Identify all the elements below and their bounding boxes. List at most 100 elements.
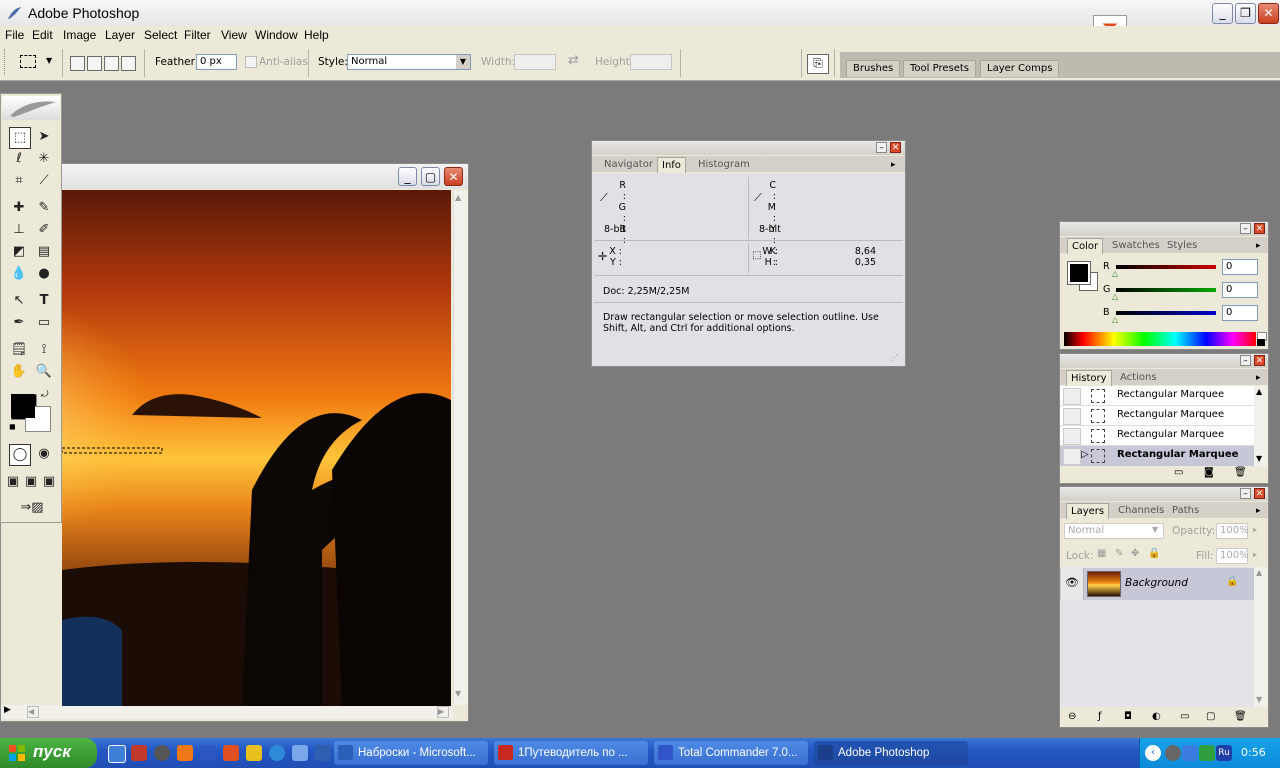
- gradient-tool-icon[interactable]: ▤: [34, 242, 54, 262]
- menu-view[interactable]: View: [221, 28, 247, 42]
- tab-tool-presets[interactable]: Tool Presets: [903, 60, 976, 77]
- layer-name[interactable]: Background: [1125, 577, 1188, 589]
- default-colors-icon[interactable]: ◼: [9, 422, 16, 431]
- taskbar-item-photoshop[interactable]: Adobe Photoshop: [814, 741, 968, 765]
- lock-pixels-icon[interactable]: ✎: [1115, 548, 1123, 559]
- menu-help[interactable]: Help: [304, 28, 329, 42]
- panel-minimize-button[interactable]: –: [876, 142, 887, 153]
- notes-tool-icon[interactable]: 🗒: [9, 340, 29, 360]
- tab-channels[interactable]: Channels: [1114, 503, 1168, 518]
- hand-tool-icon[interactable]: ✋: [9, 362, 29, 382]
- menu-window[interactable]: Window: [255, 28, 298, 42]
- tab-layer-comps[interactable]: Layer Comps: [980, 60, 1060, 77]
- app-icon-9[interactable]: [292, 745, 308, 761]
- intersect-selection-button[interactable]: [121, 56, 136, 71]
- eye-visibility-icon[interactable]: 👁: [1061, 568, 1084, 600]
- app-icon-7[interactable]: [246, 745, 262, 761]
- delete-layer-icon[interactable]: 🗑: [1234, 711, 1247, 722]
- doc-minimize-button[interactable]: _: [398, 167, 417, 186]
- panel-menu-icon[interactable]: ▸: [1256, 373, 1261, 383]
- opacity-input[interactable]: 100%: [1216, 523, 1249, 539]
- trash-icon[interactable]: 🗑: [1234, 467, 1247, 478]
- panel-menu-icon[interactable]: ▸: [1256, 506, 1261, 516]
- tab-paths[interactable]: Paths: [1168, 503, 1203, 518]
- menu-filter[interactable]: Filter: [184, 28, 211, 42]
- marquee-tool-preset-icon[interactable]: [20, 55, 36, 68]
- eyedropper-tool-icon[interactable]: ⟟: [34, 340, 54, 360]
- taskbar-item-word[interactable]: Наброски - Microsoft...: [334, 741, 488, 765]
- new-document-from-state-icon[interactable]: ▭: [1174, 467, 1183, 478]
- ramp-black[interactable]: [1257, 339, 1265, 346]
- close-button[interactable]: ✕: [1258, 3, 1279, 24]
- panel-close-button[interactable]: ✕: [1254, 488, 1265, 499]
- layer-row-background[interactable]: 👁 Background 🔒: [1060, 568, 1254, 600]
- width-input[interactable]: [514, 54, 556, 70]
- start-button[interactable]: пуск: [0, 738, 97, 768]
- slider-thumb-icon[interactable]: △: [1112, 269, 1118, 278]
- panel-close-button[interactable]: ✕: [1254, 355, 1265, 366]
- taskbar-item-pdf[interactable]: 1Путеводитель по ...: [494, 741, 648, 765]
- link-layers-icon[interactable]: ⊖: [1068, 711, 1076, 722]
- menu-edit[interactable]: Edit: [32, 28, 53, 42]
- download-manager-icon[interactable]: [131, 745, 147, 761]
- lock-position-icon[interactable]: ✥: [1131, 548, 1139, 559]
- save-icon[interactable]: [200, 745, 216, 761]
- panel-menu-icon[interactable]: ▸: [891, 160, 896, 170]
- fill-input[interactable]: 100%: [1216, 548, 1249, 564]
- photoshop-feather-logo-icon[interactable]: [2, 96, 60, 120]
- document-canvas[interactable]: [62, 190, 451, 706]
- type-tool-icon[interactable]: T: [34, 291, 54, 311]
- chevron-down-icon[interactable]: ▼: [1152, 525, 1158, 534]
- dodge-tool-icon[interactable]: ●: [34, 264, 54, 284]
- new-layer-icon[interactable]: ▢: [1206, 711, 1215, 722]
- ie-icon[interactable]: [108, 745, 126, 763]
- height-input[interactable]: [630, 54, 672, 70]
- layer-mask-icon[interactable]: ◘: [1124, 711, 1132, 722]
- layer-style-icon[interactable]: ƒ: [1098, 711, 1102, 722]
- lock-transparency-icon[interactable]: ▦: [1097, 548, 1106, 559]
- menu-image[interactable]: Image: [63, 28, 96, 42]
- doc-maximize-button[interactable]: ▢: [421, 167, 440, 186]
- resize-grip-icon[interactable]: ⋰: [890, 353, 898, 362]
- clone-stamp-tool-icon[interactable]: ⊥: [9, 220, 29, 240]
- antialias-checkbox[interactable]: [245, 56, 257, 68]
- media-icon[interactable]: [154, 745, 170, 761]
- color-ramp[interactable]: [1064, 332, 1256, 346]
- app-icon-6[interactable]: [223, 745, 239, 761]
- menu-select[interactable]: Select: [144, 28, 177, 42]
- vlc-icon[interactable]: [177, 745, 193, 761]
- slider-thumb-icon[interactable]: △: [1112, 292, 1118, 301]
- tab-histogram[interactable]: Histogram: [694, 157, 754, 172]
- style-select[interactable]: Normal ▼: [347, 54, 471, 70]
- slider-r[interactable]: [1116, 265, 1216, 269]
- pen-tool-icon[interactable]: ✒: [9, 313, 29, 333]
- language-indicator[interactable]: Ru: [1216, 745, 1232, 761]
- menu-layer[interactable]: Layer: [105, 28, 135, 42]
- slice-tool-icon[interactable]: ⟋: [34, 171, 54, 191]
- fill-arrow-icon[interactable]: ▸: [1253, 550, 1257, 559]
- blend-mode-select[interactable]: Normal: [1064, 523, 1164, 539]
- doc-close-button[interactable]: ✕: [444, 167, 463, 186]
- move-tool-icon[interactable]: ➤: [34, 127, 54, 147]
- rectangle-tool-icon[interactable]: ▭: [34, 313, 54, 333]
- chevron-down-icon[interactable]: ▼: [456, 55, 470, 69]
- tray-icon-2[interactable]: [1182, 745, 1198, 761]
- quick-mask-mode-icon[interactable]: ◉: [34, 444, 54, 464]
- horizontal-scrollbar[interactable]: ▶ ◀ ▶: [1, 705, 453, 719]
- tab-color[interactable]: Color: [1067, 238, 1104, 254]
- tab-styles[interactable]: Styles: [1163, 238, 1201, 253]
- new-selection-button[interactable]: [70, 56, 85, 71]
- lock-all-icon[interactable]: 🔒: [1148, 548, 1160, 559]
- screen-mode-full-menu-icon[interactable]: ▣: [23, 472, 39, 492]
- healing-brush-tool-icon[interactable]: ✚: [9, 198, 29, 218]
- slider-thumb-icon[interactable]: △: [1112, 315, 1118, 324]
- history-item[interactable]: Rectangular Marquee: [1060, 426, 1254, 446]
- tab-history[interactable]: History: [1066, 370, 1112, 386]
- slider-g[interactable]: [1116, 288, 1216, 292]
- vertical-scrollbar[interactable]: ▲ ▼: [453, 191, 468, 705]
- crop-tool-icon[interactable]: ⌗: [9, 171, 29, 191]
- screen-mode-standard-icon[interactable]: ▣: [5, 472, 21, 492]
- path-selection-tool-icon[interactable]: ↖: [9, 291, 29, 311]
- new-group-icon[interactable]: ▭: [1180, 711, 1189, 722]
- swap-colors-icon[interactable]: ⤾: [41, 390, 49, 400]
